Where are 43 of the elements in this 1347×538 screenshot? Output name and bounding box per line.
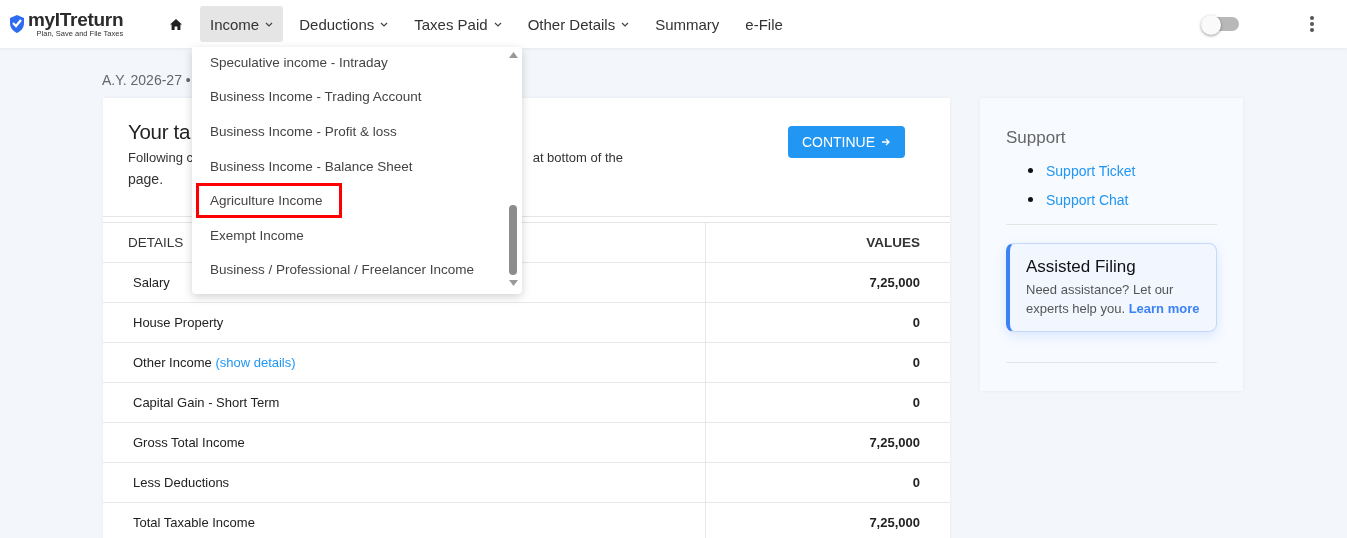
description-text: page. [128, 171, 165, 187]
scroll-up-icon[interactable] [509, 52, 518, 58]
support-title: Support [1006, 128, 1067, 148]
bullet-icon [1028, 168, 1033, 173]
row-label: Other Income [133, 355, 212, 370]
menu-item[interactable]: Business Income - Trading Account [192, 79, 502, 115]
scroll-down-icon[interactable] [509, 280, 518, 286]
table-cell: 7,25,000 [705, 502, 950, 538]
nav-tab[interactable]: e-File [735, 6, 793, 42]
menu-item[interactable]: Speculative income - Intraday [192, 47, 502, 80]
table-cell: Capital Gain - Short Term [103, 382, 706, 423]
menu-item[interactable]: Agriculture Income [196, 183, 342, 218]
nav-tab[interactable]: Income [200, 6, 284, 42]
card-title: Your ta [128, 120, 191, 144]
home-icon[interactable] [170, 18, 182, 30]
nav-tab[interactable]: Other Details [517, 6, 640, 42]
table-cell: Gross Total Income [103, 422, 706, 463]
more-icon[interactable] [1309, 15, 1315, 33]
nav-tab[interactable]: Summary [645, 6, 730, 42]
arrow-right-icon [881, 137, 891, 147]
table-cell: 0 [705, 302, 950, 343]
nav-tab[interactable]: Deductions [289, 6, 399, 42]
card-title: Assisted Filing [1026, 257, 1137, 277]
table-cell: House Property [103, 302, 706, 343]
table-cell: 7,25,000 [705, 422, 950, 463]
table-cell: 0 [705, 382, 950, 423]
assisted-filing-text: Need assistance? Let our experts help you. Learn more [1026, 281, 1200, 318]
table-cell: 7,25,000 [705, 262, 950, 303]
description-text: Following c [128, 150, 194, 165]
column-header: VALUES [705, 222, 950, 263]
description-text: at bottom of the [532, 150, 623, 165]
table-cell: 0 [705, 462, 950, 503]
scrollbar-thumb[interactable] [509, 205, 517, 275]
table-cell: Less Deductions [103, 462, 706, 503]
menu-item[interactable]: Business Income - Balance Sheet [192, 148, 502, 184]
toggle-switch[interactable] [1201, 15, 1241, 33]
table-cell: Total Taxable Income [103, 502, 706, 538]
assessment-year: A.Y. 2026-27 • [102, 72, 192, 90]
menu-item[interactable]: Business Income - Profit & loss [192, 114, 502, 149]
bullet-icon [1028, 197, 1033, 202]
shield-check-icon [8, 14, 26, 34]
nav-tab[interactable]: Taxes Paid [404, 6, 512, 42]
table-cell: 0 [705, 342, 950, 383]
